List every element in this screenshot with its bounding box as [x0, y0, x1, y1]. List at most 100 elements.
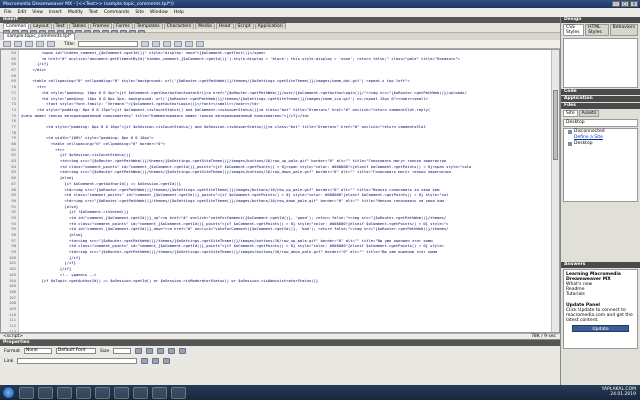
properties-row-2: Link — [0, 356, 560, 366]
link-label: Link — [4, 358, 14, 364]
size-label: Size — [99, 348, 110, 354]
files-tabs: Site Assets — [561, 109, 640, 118]
properties-panel: Properties Format None Default Font Size… — [0, 339, 560, 385]
menu-edit[interactable]: Edit — [18, 10, 27, 15]
menu-help[interactable]: Help — [174, 10, 184, 15]
server-icon — [568, 130, 572, 134]
document-tabs: sample.topic_comments.tpl* — [0, 33, 560, 40]
answers-panel: Learning Macromedia Dreamweaver MX What'… — [563, 269, 638, 349]
system-tray: YAPLAKAL.COM 24.01.2019 — [602, 387, 636, 397]
code-panel-header[interactable]: Code — [561, 89, 640, 95]
document-toolbar: Title: — [0, 40, 560, 49]
tab-script[interactable]: Script — [234, 23, 254, 29]
update-button[interactable]: Update — [572, 325, 629, 332]
menu-view[interactable]: View — [32, 10, 43, 15]
dreamweaver-icon[interactable] — [114, 386, 129, 399]
title-label: Title: — [64, 41, 76, 47]
tab-head[interactable]: Head — [215, 23, 234, 29]
italic-icon[interactable] — [146, 348, 154, 354]
tab-frames[interactable]: Frames — [89, 23, 113, 29]
css-styles-list[interactable] — [563, 38, 638, 88]
ordered-list-icon[interactable] — [163, 358, 171, 364]
tab-templates[interactable]: Templates — [133, 23, 163, 29]
design-view-icon[interactable] — [25, 41, 33, 47]
live-data-icon[interactable] — [36, 41, 44, 47]
site-select[interactable]: Desktop — [563, 119, 638, 127]
learning-item-tutorials[interactable]: Tutorials — [566, 292, 635, 297]
link-field[interactable] — [17, 358, 138, 364]
tab-tables[interactable]: Tables — [68, 23, 89, 29]
scroll-thumb[interactable] — [553, 90, 558, 160]
menu-site[interactable]: Site — [135, 10, 144, 15]
explorer-icon[interactable] — [19, 386, 34, 399]
format-select[interactable]: None — [23, 348, 52, 354]
tab-layout[interactable]: Layout — [30, 23, 52, 29]
server-debug-icon[interactable] — [47, 41, 55, 47]
vertical-scrollbar[interactable] — [551, 50, 559, 332]
site-tree[interactable]: Disconnected Define a Site Desktop — [563, 128, 638, 202]
code-nav-icon[interactable] — [185, 41, 194, 47]
document-tab[interactable]: sample.topic_comments.tpl* — [3, 33, 76, 40]
opera-icon[interactable] — [76, 386, 91, 399]
tab-forms[interactable]: Forms — [113, 23, 133, 29]
tab-assets[interactable]: Assets — [578, 110, 600, 117]
code-view-icon[interactable] — [3, 41, 11, 47]
tab-characters[interactable]: Characters — [163, 23, 195, 29]
refresh-icon[interactable] — [163, 41, 172, 47]
design-tabs: CSS Styles HTML Styles Behaviors — [561, 23, 640, 37]
properties-row-1: Format None Default Font Size — [0, 346, 560, 356]
reference-icon[interactable] — [174, 41, 183, 47]
menu-text[interactable]: Text — [89, 10, 98, 15]
title-field[interactable] — [78, 41, 139, 47]
menu-modify[interactable]: Modify — [68, 10, 83, 15]
code-area[interactable]: <span id="hidden_comment_{$oComment->get… — [21, 50, 549, 332]
code-editor[interactable]: 64 65 66 67 68 69 70 71 72 73 74 75 76 77 78 79 80 81 82 83… — [0, 49, 560, 333]
line-number-gutter: 64 65 66 67 68 69 70 71 72 73 74 75 76 77 78 79 80 81 82 83… — [1, 50, 19, 332]
size-select[interactable] — [113, 348, 132, 354]
start-button[interactable] — [2, 386, 15, 399]
menu-file[interactable]: File — [4, 10, 12, 15]
close-button[interactable]: × — [630, 1, 638, 7]
preview-icon[interactable] — [152, 41, 161, 47]
tab-common[interactable]: Common — [3, 23, 30, 29]
window-title: Macromedia Dreamweaver MX - [<<Text>> (s… — [3, 1, 174, 7]
bold-icon[interactable] — [135, 348, 143, 354]
tree-item-label: Desktop — [574, 141, 593, 146]
minimize-button[interactable]: – — [612, 1, 620, 7]
file-management-icon[interactable] — [141, 41, 150, 47]
answers-panel-header[interactable]: Answers — [561, 262, 640, 268]
align-center-icon[interactable] — [168, 348, 176, 354]
align-left-icon[interactable] — [157, 348, 165, 354]
code-line[interactable]: {if $oTopic->getAuthorId() == $oSession-… — [21, 278, 549, 284]
app-icon-3[interactable] — [171, 386, 186, 399]
ftp-client-icon[interactable] — [95, 386, 110, 399]
window-titlebar: Macromedia Dreamweaver MX - [<<Text>> (s… — [0, 0, 640, 8]
media-player-icon[interactable] — [38, 386, 53, 399]
align-right-icon[interactable] — [179, 348, 187, 354]
menu-bar: File Edit View Insert Modify Text Comman… — [0, 8, 640, 17]
menu-window[interactable]: Window — [150, 10, 168, 15]
tab-css-styles[interactable]: CSS Styles — [563, 24, 585, 36]
tab-behaviors[interactable]: Behaviors — [609, 24, 638, 36]
view-options-icon[interactable] — [196, 41, 205, 47]
application-panel-header[interactable]: Application — [561, 96, 640, 102]
app-icon[interactable] — [133, 386, 148, 399]
font-select[interactable]: Default Font — [55, 348, 96, 354]
tab-text[interactable]: Text — [52, 23, 68, 29]
tab-application[interactable]: Application — [254, 23, 286, 29]
menu-commands[interactable]: Commands — [104, 10, 129, 15]
menu-insert[interactable]: Insert — [49, 10, 62, 15]
insert-bar: Insert Common Layout Text Tables Frames … — [0, 17, 560, 36]
windows-taskbar: YAPLAKAL.COM 24.01.2019 — [0, 385, 640, 400]
browser-icon[interactable] — [57, 386, 72, 399]
list-icon[interactable] — [152, 358, 160, 364]
tree-item-desktop[interactable]: Desktop — [564, 141, 637, 147]
tab-media[interactable]: Media — [195, 23, 215, 29]
right-panel-dock: Design CSS Styles HTML Styles Behaviors … — [560, 17, 640, 385]
split-view-icon[interactable] — [14, 41, 22, 47]
tab-site[interactable]: Site — [563, 110, 578, 117]
tab-html-styles[interactable]: HTML Styles — [585, 24, 609, 36]
maximize-button[interactable]: □ — [621, 1, 629, 7]
folder-icon[interactable] — [141, 358, 149, 364]
app-icon-2[interactable] — [152, 386, 167, 399]
